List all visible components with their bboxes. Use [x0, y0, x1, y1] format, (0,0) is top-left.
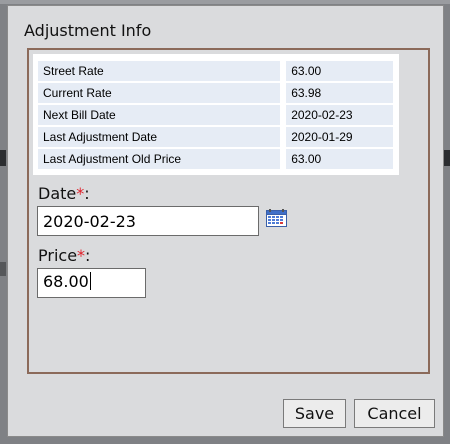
background-page-edge [444, 150, 450, 166]
table-row: Last Adjustment Date 2020-01-29 [38, 127, 393, 147]
last-adjustment-date-value: 2020-01-29 [286, 127, 393, 147]
adjustment-fieldset: Street Rate 63.00 Current Rate 63.98 Nex… [27, 48, 430, 374]
info-table: Street Rate 63.00 Current Rate 63.98 Nex… [38, 59, 393, 171]
table-row: Next Bill Date 2020-02-23 [38, 105, 393, 125]
text-cursor [89, 272, 91, 290]
table-row: Current Rate 63.98 [38, 83, 393, 103]
last-adjustment-old-price-label: Last Adjustment Old Price [38, 149, 287, 169]
table-row: Last Adjustment Old Price 63.00 [38, 149, 393, 169]
last-adjustment-old-price-value: 63.00 [286, 149, 393, 169]
background-page-edge [0, 262, 6, 276]
cancel-button[interactable]: Cancel [354, 399, 435, 428]
required-marker: * [77, 246, 86, 265]
price-label: Price*: [38, 246, 90, 265]
street-rate-label: Street Rate [38, 61, 287, 81]
street-rate-value: 63.00 [286, 61, 393, 81]
date-label: Date*: [38, 184, 90, 203]
date-input[interactable] [37, 206, 259, 236]
last-adjustment-date-label: Last Adjustment Date [38, 127, 287, 147]
table-row: Street Rate 63.00 [38, 61, 393, 81]
current-rate-value: 63.98 [286, 83, 393, 103]
date-label-text: Date [38, 184, 77, 203]
price-label-text: Price [38, 246, 78, 265]
dialog-title: Adjustment Info [24, 21, 152, 40]
calendar-icon[interactable] [266, 209, 287, 227]
price-input[interactable]: 68.00 [37, 268, 146, 298]
next-bill-date-value: 2020-02-23 [286, 105, 393, 125]
info-table-container: Street Rate 63.00 Current Rate 63.98 Nex… [33, 54, 399, 175]
current-rate-label: Current Rate [38, 83, 287, 103]
background-page [0, 0, 450, 4]
background-page-edge [0, 150, 6, 166]
adjustment-info-dialog: Adjustment Info Street Rate 63.00 Curren… [7, 5, 444, 437]
price-input-value: 68.00 [43, 272, 89, 291]
label-suffix: : [84, 184, 90, 203]
next-bill-date-label: Next Bill Date [38, 105, 287, 125]
label-suffix: : [85, 246, 91, 265]
save-button[interactable]: Save [283, 399, 346, 428]
